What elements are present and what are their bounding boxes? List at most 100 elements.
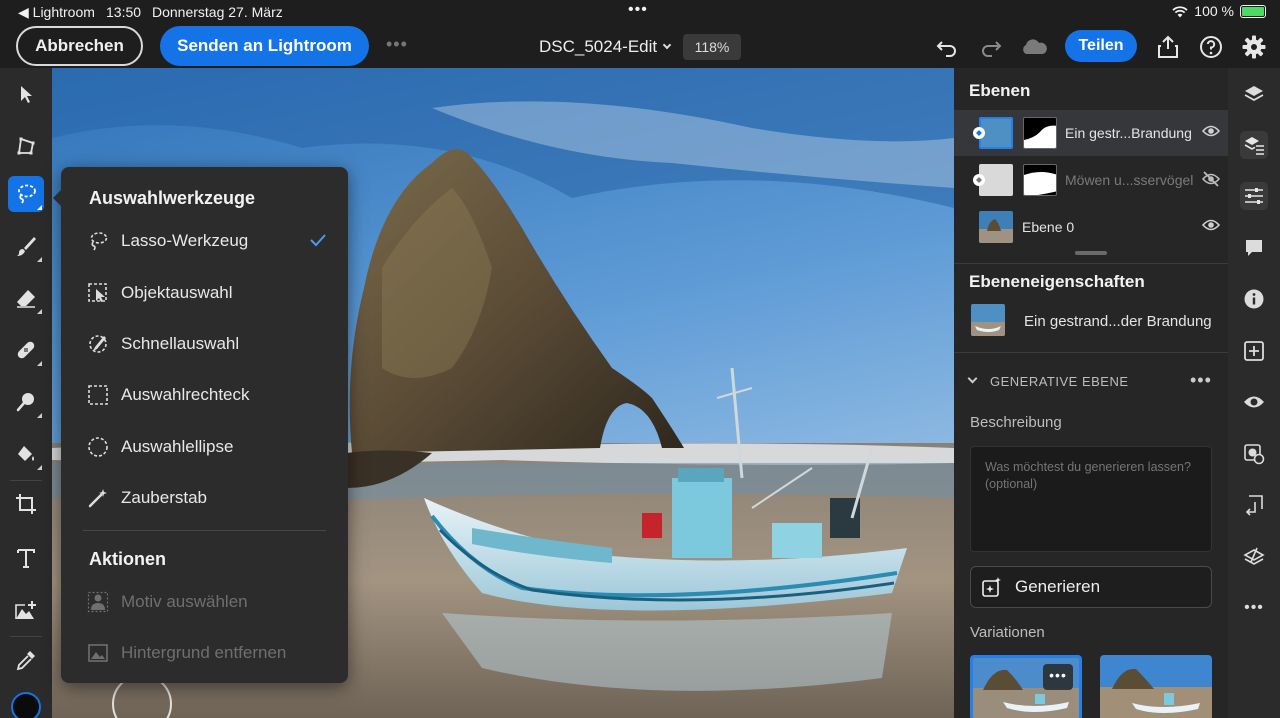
- menu-item-remove-background[interactable]: Hintergrund entfernen: [87, 636, 327, 670]
- transform-tool[interactable]: [8, 128, 44, 164]
- menu-item-ellipse-marquee[interactable]: Auswahlellipse: [87, 430, 327, 464]
- more-options-icon[interactable]: •••: [386, 34, 408, 55]
- clipping-mask-button[interactable]: [1240, 491, 1268, 519]
- layer-row[interactable]: Ein gestr...Brandung: [954, 110, 1228, 156]
- back-to-app-link[interactable]: ◀ Lightroom: [18, 4, 95, 21]
- description-input[interactable]: [970, 446, 1212, 552]
- status-date: Donnerstag 27. März: [152, 4, 283, 20]
- undo-icon[interactable]: [934, 34, 960, 60]
- zoom-level[interactable]: 118%: [683, 34, 741, 60]
- help-icon[interactable]: [1198, 34, 1224, 60]
- tool-divider: [10, 480, 42, 481]
- status-time: 13:50: [106, 4, 142, 20]
- variations-label: Variationen: [970, 624, 1045, 641]
- lasso-icon: [18, 184, 36, 204]
- chevron-down-icon: [662, 40, 672, 50]
- add-square-icon: [1244, 341, 1264, 361]
- tool-divider: [10, 636, 42, 637]
- layer-properties-button[interactable]: [1240, 131, 1268, 159]
- more-panels-button[interactable]: •••: [1240, 594, 1268, 622]
- section-title: GENERATIVE EBENE: [990, 374, 1129, 389]
- generative-layer-section-toggle[interactable]: GENERATIVE EBENE: [967, 373, 1129, 389]
- selection-tool[interactable]: [8, 176, 44, 212]
- menu-item-object-select[interactable]: Objektauswahl: [87, 276, 327, 310]
- adjustments-button[interactable]: [1240, 182, 1268, 210]
- battery-percent: 100 %: [1194, 3, 1234, 19]
- submenu-indicator: [37, 413, 42, 418]
- eraser-tool[interactable]: [8, 280, 44, 316]
- layers-panel-button[interactable]: [1240, 80, 1268, 108]
- eye-visible-icon[interactable]: [1202, 218, 1220, 232]
- menu-item-quick-select[interactable]: Schnellauswahl: [87, 327, 327, 361]
- right-panel-switcher: •••: [1228, 68, 1280, 718]
- menu-item-label: Lasso-Werkzeug: [121, 231, 249, 250]
- document-title-dropdown[interactable]: DSC_5024-Edit: [539, 37, 672, 57]
- battery-icon: [1240, 4, 1266, 18]
- healing-tool[interactable]: [8, 332, 44, 368]
- brush-tool[interactable]: [8, 228, 44, 264]
- layer-row[interactable]: Ebene 0: [954, 204, 1228, 250]
- eye-hidden-icon[interactable]: [1202, 171, 1220, 187]
- eyedropper-icon: [16, 651, 35, 671]
- selection-tools-menu: Auswahlwerkzeuge Lasso-Werkzeug Objektau…: [53, 167, 348, 683]
- add-image-tool[interactable]: [8, 592, 44, 628]
- layers-heading: Ebenen: [969, 81, 1031, 100]
- redo-icon[interactable]: [978, 34, 1004, 60]
- menu-heading: Auswahlwerkzeuge: [89, 188, 256, 208]
- cancel-button[interactable]: Abbrechen: [16, 26, 143, 66]
- add-layer-button[interactable]: [1240, 337, 1268, 365]
- settings-gear-icon[interactable]: [1241, 34, 1267, 60]
- menu-item-magic-wand[interactable]: Zauberstab: [87, 481, 327, 515]
- layer-row[interactable]: Möwen u...sservögel: [954, 157, 1228, 203]
- dodge-burn-tool[interactable]: [8, 384, 44, 420]
- generative-layer-icon: [973, 174, 985, 186]
- multitasking-dots-icon[interactable]: •••: [628, 1, 648, 19]
- mask-button[interactable]: [1240, 440, 1268, 468]
- menu-item-rect-marquee[interactable]: Auswahlrechteck: [87, 378, 327, 412]
- export-icon[interactable]: [1155, 34, 1181, 60]
- menu-item-lasso[interactable]: Lasso-Werkzeug: [87, 224, 327, 258]
- mask-icon: [1244, 444, 1265, 465]
- lasso-icon: [90, 232, 108, 251]
- variation-thumbnail[interactable]: •••: [970, 655, 1082, 718]
- fill-layer-icon: [1243, 547, 1265, 565]
- generate-button[interactable]: Generieren: [970, 566, 1212, 608]
- share-button[interactable]: Teilen: [1065, 30, 1137, 62]
- select-subject-icon: [87, 591, 109, 613]
- menu-divider: [83, 530, 326, 531]
- wifi-icon: [1172, 5, 1188, 17]
- type-tool[interactable]: [8, 540, 44, 576]
- eye-visible-icon[interactable]: [1202, 124, 1220, 138]
- ellipse-marquee-icon: [88, 437, 108, 457]
- variation-more-icon[interactable]: •••: [1043, 664, 1073, 690]
- panel-divider: [954, 352, 1228, 353]
- sliders-icon: [1245, 188, 1263, 204]
- fill-layer-button[interactable]: [1240, 543, 1268, 571]
- submenu-indicator: [37, 205, 42, 210]
- color-swatch[interactable]: [11, 692, 41, 718]
- bandage-icon: [17, 341, 35, 359]
- paint-bucket-icon: [18, 446, 34, 461]
- type-icon: [17, 549, 35, 568]
- clip-arrow-icon: [1245, 495, 1263, 516]
- layer-thumbnail: [979, 211, 1013, 243]
- crop-tool[interactable]: [8, 486, 44, 522]
- info-button[interactable]: [1240, 285, 1268, 313]
- visibility-button[interactable]: [1240, 388, 1268, 416]
- cloud-icon[interactable]: [1019, 34, 1049, 60]
- comments-button[interactable]: [1240, 234, 1268, 262]
- panel-resize-handle[interactable]: [1075, 251, 1107, 255]
- chevron-down-icon: [967, 373, 978, 384]
- variation-thumbnail[interactable]: [1100, 655, 1212, 718]
- generative-layer-icon: [973, 127, 985, 139]
- menu-item-select-subject[interactable]: Motiv auswählen: [87, 585, 327, 619]
- paint-bucket-tool[interactable]: [8, 436, 44, 472]
- move-tool[interactable]: [8, 76, 44, 112]
- object-select-icon: [88, 283, 107, 302]
- eyedropper-tool[interactable]: [8, 642, 44, 678]
- more-options-icon: •••: [1244, 599, 1264, 616]
- layer-properties-icon: [1244, 137, 1264, 155]
- more-options-icon[interactable]: •••: [1190, 370, 1212, 391]
- menu-item-label: Zauberstab: [121, 488, 207, 507]
- send-to-lightroom-button[interactable]: Senden an Lightroom: [160, 26, 369, 66]
